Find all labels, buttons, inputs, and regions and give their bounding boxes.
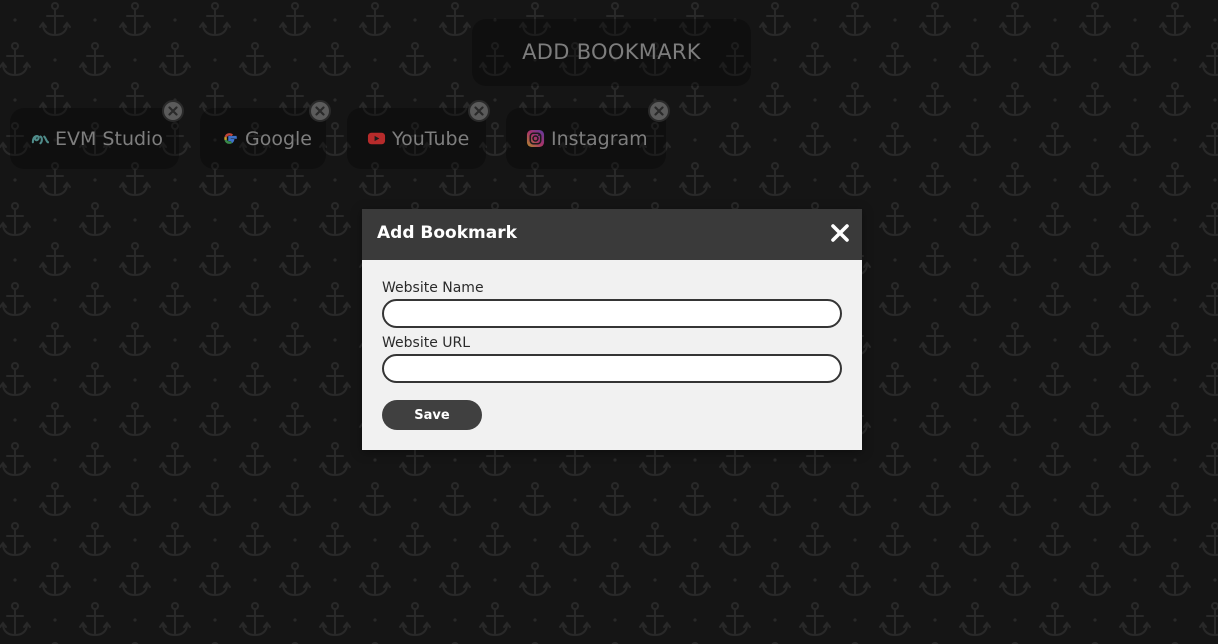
instagram-logo-icon (526, 129, 545, 148)
website-url-label: Website URL (382, 335, 471, 351)
add-bookmark-label: ADD BOOKMARK (522, 39, 701, 64)
website-url-input[interactable] (382, 354, 842, 383)
website-name-input[interactable] (382, 299, 842, 328)
bookmark-youtube[interactable]: YouTube (347, 100, 490, 169)
close-dialog-icon[interactable] (830, 223, 850, 243)
bookmark-label: EVM Studio (55, 127, 163, 150)
remove-bookmark-button[interactable] (309, 100, 331, 122)
bookmark-evm-studio[interactable]: EVM Studio (10, 100, 184, 169)
close-icon (315, 106, 325, 116)
close-icon (168, 106, 178, 116)
bookmark-instagram[interactable]: Instagram (506, 100, 670, 169)
close-icon (474, 106, 484, 116)
add-bookmark-button[interactable]: ADD BOOKMARK (472, 19, 751, 86)
bookmark-label: YouTube (392, 127, 470, 150)
bookmark-label: Instagram (551, 127, 648, 150)
website-name-label: Website Name (382, 280, 484, 296)
google-logo-icon (224, 133, 237, 144)
dialog-title: Add Bookmark (377, 223, 517, 243)
remove-bookmark-button[interactable] (162, 100, 184, 122)
save-button-label: Save (414, 407, 450, 423)
remove-bookmark-button[interactable] (468, 100, 490, 122)
youtube-logo-icon (367, 132, 386, 145)
dialog-header: Add Bookmark (362, 209, 862, 260)
save-button[interactable]: Save (382, 400, 482, 430)
bookmark-google[interactable]: Google (200, 100, 331, 169)
remove-bookmark-button[interactable] (648, 100, 670, 122)
add-bookmark-dialog: Add Bookmark Website Name Website URL Sa… (362, 209, 862, 450)
close-icon (654, 106, 664, 116)
evm-studio-logo-icon (31, 134, 49, 145)
bookmark-label: Google (245, 127, 313, 150)
